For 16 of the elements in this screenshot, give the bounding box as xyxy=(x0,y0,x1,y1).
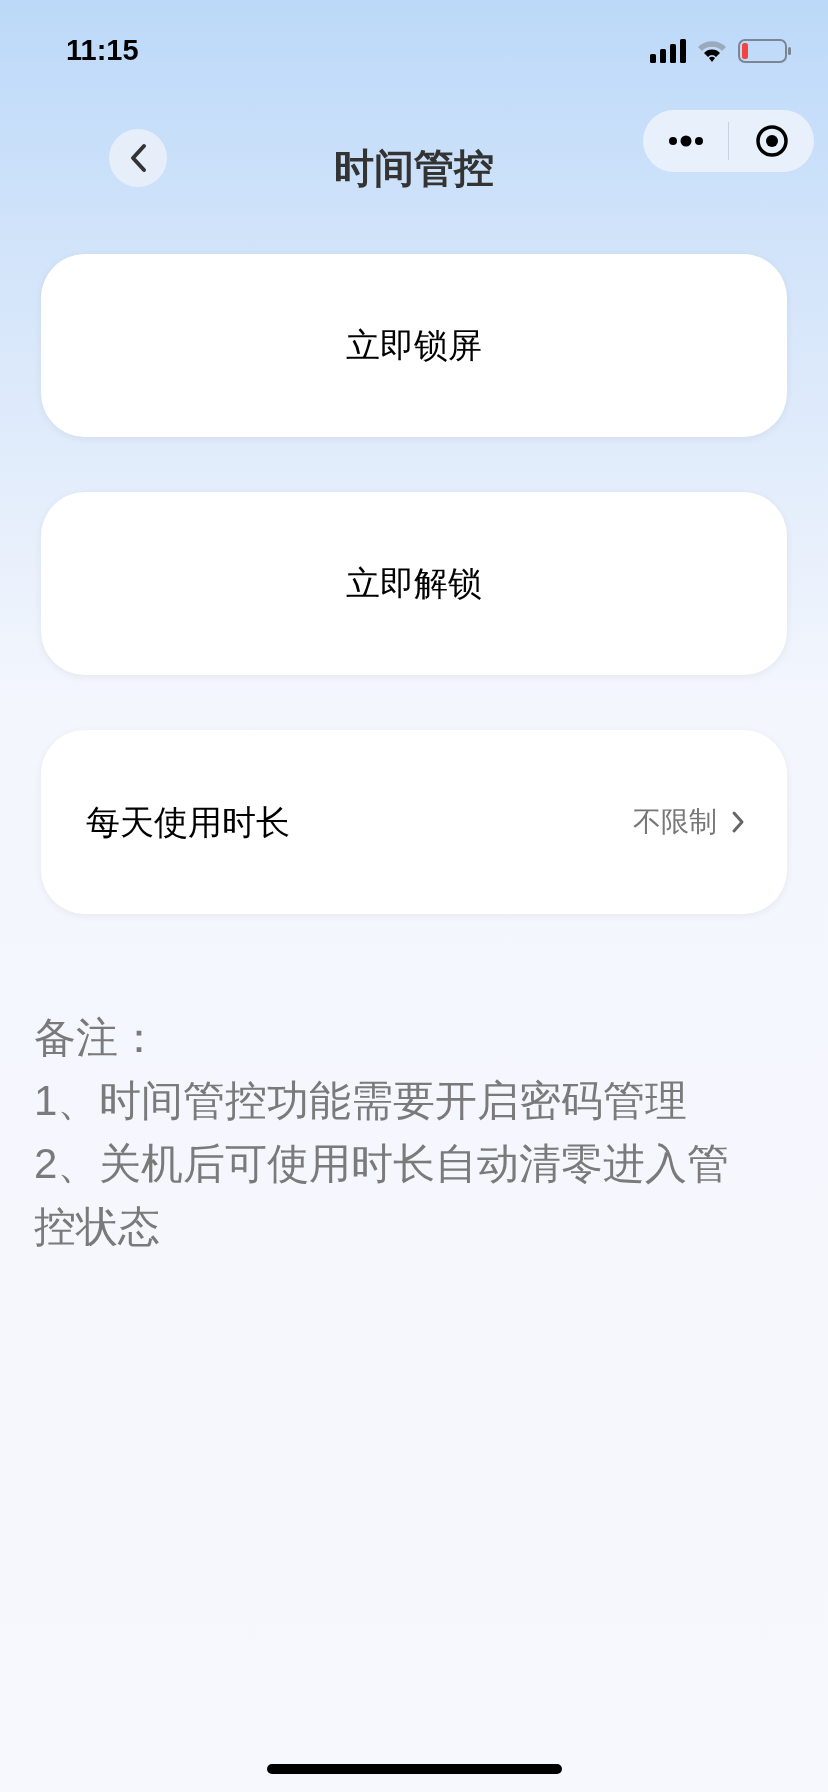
target-icon xyxy=(754,124,789,158)
note-text: 备注： xyxy=(34,1013,161,1063)
setting-row[interactable]: 每天使用时长 不限制 xyxy=(41,730,787,914)
chevron-icon xyxy=(731,810,745,834)
page-title: 时间管控 xyxy=(334,145,494,192)
action-card[interactable]: 立即锁屏 xyxy=(41,254,787,437)
back-icon xyxy=(129,143,147,173)
status-time: 11:15 xyxy=(66,33,139,69)
setting-value: 不限制 xyxy=(633,805,717,839)
note-text: 1、时间管控功能需要开启密码管理 xyxy=(34,1076,689,1126)
wifi-icon xyxy=(696,39,728,63)
action-card[interactable]: 立即解锁 xyxy=(41,492,787,675)
signal-icon xyxy=(650,39,686,63)
setting-label: 每天使用时长 xyxy=(86,801,290,843)
note-text: 2、关机后可使用时长自动清零进入管控状态 xyxy=(34,1139,731,1252)
more-icon xyxy=(667,135,704,147)
